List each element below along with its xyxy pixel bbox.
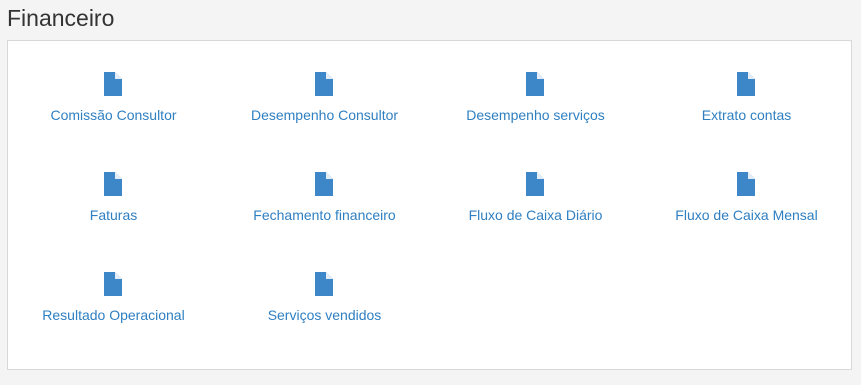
- document-icon: [315, 72, 333, 96]
- report-link-servicos-vendidos[interactable]: Serviços vendidos: [219, 241, 430, 331]
- report-label: Comissão Consultor: [50, 107, 177, 123]
- report-label: Resultado Operacional: [42, 307, 185, 323]
- document-icon: [526, 172, 544, 196]
- document-icon: [526, 72, 544, 96]
- document-icon: [104, 272, 122, 296]
- report-link-comissao-consultor[interactable]: Comissão Consultor: [8, 41, 219, 131]
- report-label: Fluxo de Caixa Diário: [468, 207, 603, 223]
- report-label: Serviços vendidos: [267, 307, 382, 323]
- report-link-fluxo-de-caixa-mensal[interactable]: Fluxo de Caixa Mensal: [641, 141, 852, 231]
- document-icon: [104, 72, 122, 96]
- report-link-fluxo-de-caixa-diario[interactable]: Fluxo de Caixa Diário: [430, 141, 641, 231]
- document-icon: [737, 172, 755, 196]
- report-label: Faturas: [89, 207, 138, 223]
- report-link-extrato-contas[interactable]: Extrato contas: [641, 41, 852, 131]
- report-label: Desempenho serviços: [466, 107, 605, 123]
- report-label: Fechamento financeiro: [253, 207, 396, 223]
- reports-panel: Comissão Consultor Desempenho Consultor De…: [7, 40, 852, 370]
- report-label: Extrato contas: [701, 107, 792, 123]
- document-icon: [315, 172, 333, 196]
- report-label: Fluxo de Caixa Mensal: [675, 207, 818, 223]
- document-icon: [104, 172, 122, 196]
- report-link-desempenho-servicos[interactable]: Desempenho serviços: [430, 41, 641, 131]
- report-link-fechamento-financeiro[interactable]: Fechamento financeiro: [219, 141, 430, 231]
- report-link-desempenho-consultor[interactable]: Desempenho Consultor: [219, 41, 430, 131]
- report-label: Desempenho Consultor: [250, 107, 399, 123]
- document-icon: [737, 72, 755, 96]
- report-link-resultado-operacional[interactable]: Resultado Operacional: [8, 241, 219, 331]
- document-icon: [315, 272, 333, 296]
- report-link-faturas[interactable]: Faturas: [8, 141, 219, 231]
- page-title: Financeiro: [7, 5, 115, 31]
